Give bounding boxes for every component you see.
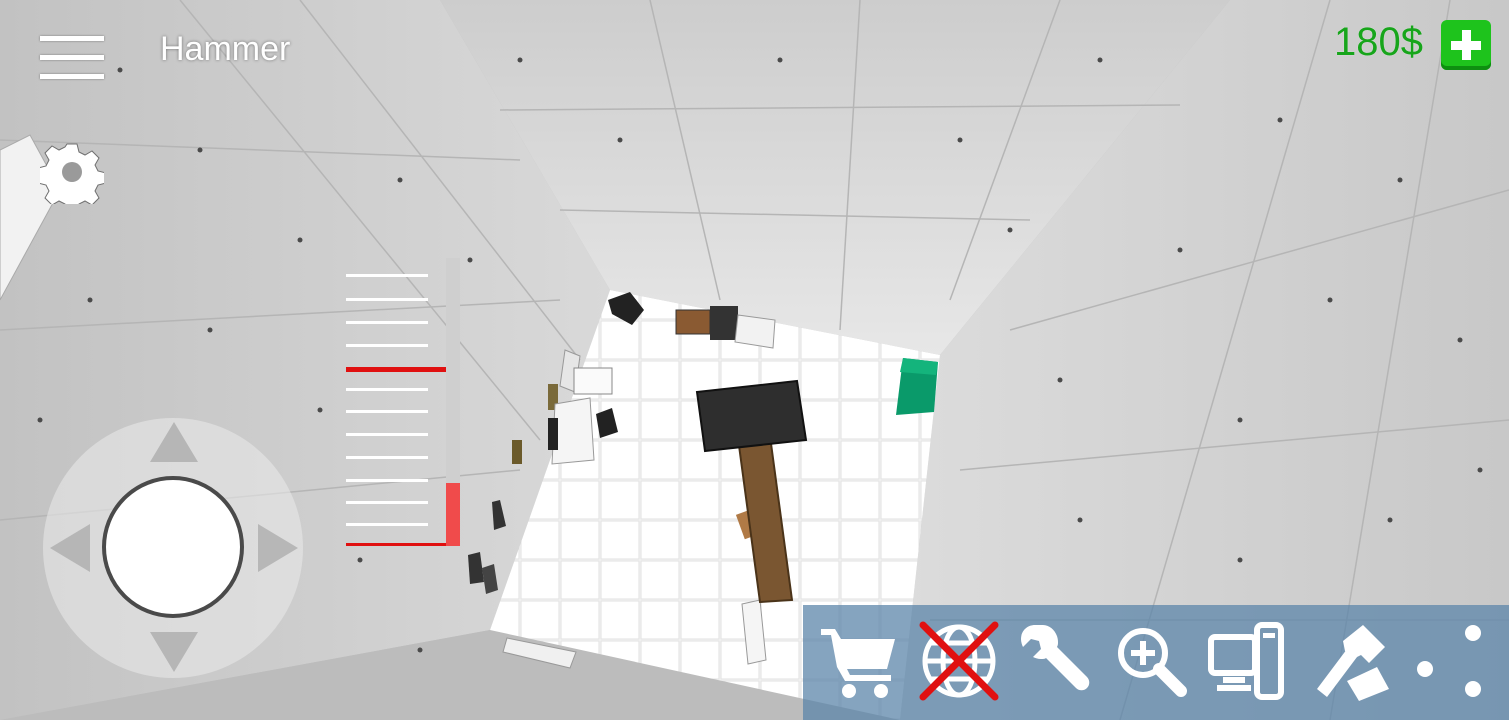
hamburger-line xyxy=(40,55,104,60)
hamburger-menu-icon xyxy=(40,36,104,41)
more-dots-icon xyxy=(1417,625,1481,697)
menu-button[interactable] xyxy=(38,34,106,82)
globe-disabled-icon xyxy=(919,621,999,701)
bottom-toolbar xyxy=(803,605,1509,720)
gauge-fill xyxy=(446,483,460,546)
arrow-down-icon xyxy=(150,632,198,672)
more-button[interactable] xyxy=(1403,619,1487,703)
hamburger-line xyxy=(40,74,104,79)
gauge-tick xyxy=(346,344,428,347)
computer-icon xyxy=(1208,622,1284,700)
gauge-marker xyxy=(346,367,446,372)
tools-button[interactable] xyxy=(1013,619,1097,703)
gauge-base xyxy=(346,543,446,546)
money-counter: 180$ xyxy=(1334,20,1423,64)
build-button[interactable] xyxy=(1307,619,1391,703)
shopping-cart-icon xyxy=(821,629,895,698)
arrow-right-icon xyxy=(258,524,298,572)
gauge-tick xyxy=(346,501,428,504)
gear-icon xyxy=(37,143,107,213)
gauge-tick xyxy=(346,274,428,277)
gauge-tick xyxy=(346,410,428,413)
gauge-tick xyxy=(346,298,428,301)
zoom-in-icon xyxy=(1118,628,1187,697)
gauge-tick xyxy=(346,479,428,482)
arrow-up-icon xyxy=(150,422,198,462)
settings-button[interactable] xyxy=(37,140,107,213)
hammer-build-icon xyxy=(1317,625,1389,701)
selected-tool-name: Hammer xyxy=(160,30,291,68)
gauge-tick xyxy=(346,321,428,324)
gauge-tick xyxy=(346,433,428,436)
online-button[interactable] xyxy=(917,619,1001,703)
arrow-left-icon xyxy=(50,524,90,572)
gauge-tick xyxy=(346,456,428,459)
wrench-icon xyxy=(1021,625,1090,691)
zoom-button[interactable] xyxy=(1109,619,1193,703)
gauge-tick xyxy=(346,388,428,391)
power-gauge xyxy=(344,258,464,550)
gauge-tick xyxy=(346,523,428,526)
computer-button[interactable] xyxy=(1205,619,1289,703)
shop-button[interactable] xyxy=(817,619,901,703)
green-cabinet[interactable] xyxy=(896,358,938,415)
add-money-button[interactable] xyxy=(1441,20,1491,70)
joystick-knob[interactable] xyxy=(102,476,244,618)
